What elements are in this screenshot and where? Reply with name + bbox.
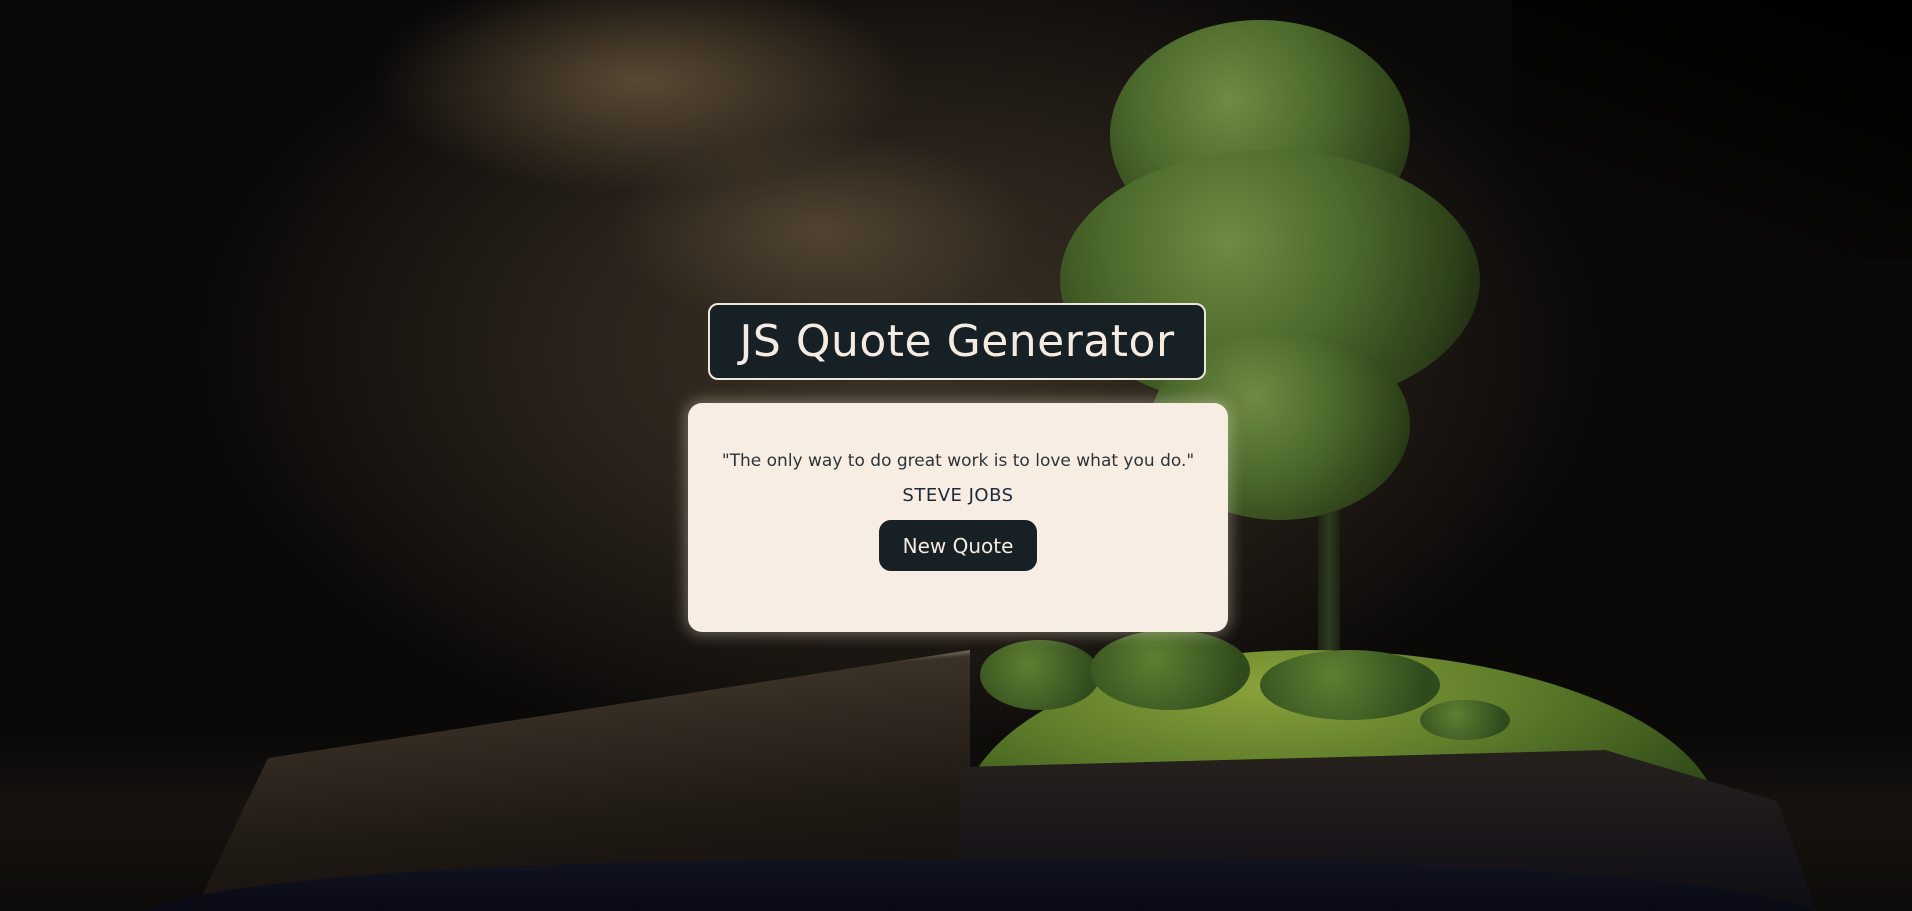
- shrub: [1260, 650, 1440, 720]
- quote-author: STEVE JOBS: [902, 485, 1014, 506]
- shrub: [1420, 700, 1510, 740]
- page-title: JS Quote Generator: [739, 316, 1175, 367]
- new-quote-button[interactable]: New Quote: [879, 520, 1037, 571]
- background-scene: JS Quote Generator "The only way to do g…: [0, 0, 1912, 911]
- quote-text: "The only way to do great work is to lov…: [721, 451, 1195, 471]
- title-banner: JS Quote Generator: [708, 303, 1206, 380]
- shrub: [980, 640, 1100, 710]
- shrub: [1090, 630, 1250, 710]
- corner-shadow: [1512, 0, 1912, 260]
- quote-card: "The only way to do great work is to lov…: [688, 403, 1228, 632]
